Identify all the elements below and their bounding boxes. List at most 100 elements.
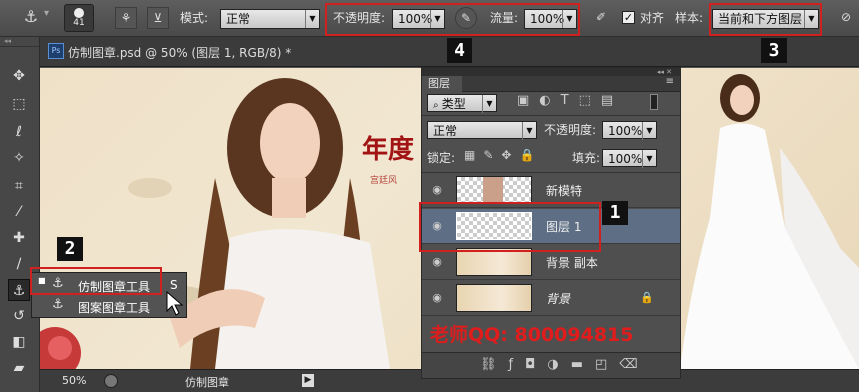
fill-label: 填充:: [572, 151, 601, 165]
flyout-label: 图案图章工具: [78, 301, 151, 315]
layer-name: 背景: [546, 292, 571, 306]
align-checkbox[interactable]: ✓: [622, 11, 635, 24]
ignore-adjustment-icon[interactable]: ⊘: [835, 7, 857, 29]
tools-panel: ◂◂ ✥ ⬚ ℓ ✧ ⌗ ⁄ ✚ ∕ ⚓ ↺ ◧ ▰: [0, 37, 40, 392]
filter-toggle[interactable]: [650, 94, 658, 110]
eye-icon[interactable]: ◉: [430, 292, 444, 304]
mode-label: 模式:: [180, 11, 209, 25]
layer-thumbnail: [456, 248, 532, 276]
step-badge-1: 1: [602, 201, 628, 225]
blend-mode-dropdown[interactable]: 正常 ▼: [427, 121, 537, 140]
layer-opacity-input[interactable]: 100% ▼: [602, 121, 657, 140]
healing-brush-icon[interactable]: ✚: [8, 227, 30, 249]
sample-label: 样本:: [675, 11, 704, 25]
layer-thumbnail: [456, 284, 532, 312]
flyout-item-pattern-stamp[interactable]: ⚓ 图案图章工具: [36, 297, 186, 315]
document-title[interactable]: 仿制图章.psd @ 50% (图层 1, RGB/8) *: [68, 44, 291, 61]
layer-action-icons[interactable]: ⛓ƒ◘◑▬◰⌫: [480, 357, 650, 372]
panel-collapse-icon[interactable]: ◂◂ ✕: [422, 68, 680, 76]
leaf-decoration: [128, 178, 172, 198]
chevron-down-icon: ▼: [642, 150, 656, 168]
layer-filter-dropdown[interactable]: ⌕ 类型 ▼: [427, 94, 497, 113]
highlight-box-1: [419, 202, 601, 252]
panel-tab-bar: 图层 ≡: [422, 76, 680, 92]
chevron-down-icon: ▼: [305, 10, 319, 28]
chevron-down-icon: ▼: [804, 10, 818, 28]
clone-source-icon[interactable]: ⊻: [147, 7, 169, 29]
chevron-down-icon[interactable]: ▾: [44, 8, 49, 19]
chevron-down-icon: ▼: [482, 95, 496, 113]
history-brush-icon[interactable]: ↺: [8, 305, 30, 327]
layer-name: 背景 副本: [546, 256, 598, 270]
model-neck: [272, 178, 306, 218]
flow-label: 流量:: [490, 11, 519, 25]
status-info-icon[interactable]: [104, 374, 118, 388]
sample-dropdown[interactable]: 当前和下方图层 ▼: [712, 9, 819, 29]
flyout-item-clone-stamp[interactable]: ■ ⚓ 仿制图章工具 S: [36, 276, 186, 294]
layer-name: 新模特: [546, 184, 583, 198]
crop-tool-icon[interactable]: ⌗: [8, 175, 30, 197]
headline-text: 年度: [362, 134, 414, 164]
sample-value: 当前和下方图层: [718, 12, 803, 26]
magic-wand-icon[interactable]: ✧: [8, 147, 30, 169]
filter-icons[interactable]: ▣◐T⬚▤: [517, 93, 623, 108]
chevron-down-icon: ▼: [430, 10, 444, 28]
flow-input[interactable]: 100% ▼: [524, 9, 577, 29]
eyedropper-tool-icon[interactable]: ⁄: [8, 201, 30, 223]
flow-value: 100%: [530, 12, 565, 26]
opacity-input[interactable]: 100% ▼: [392, 9, 445, 29]
pressure-opacity-icon[interactable]: ✎: [455, 7, 477, 29]
collapse-icon[interactable]: ◂◂: [0, 37, 39, 47]
lock-label: 锁定:: [427, 151, 456, 165]
clone-stamp-tool-icon[interactable]: ⚓: [8, 279, 30, 301]
status-menu-arrow-icon[interactable]: ▶: [302, 374, 314, 387]
brush-preset-picker[interactable]: 41: [64, 4, 94, 32]
pattern-stamp-icon: ⚓: [52, 297, 64, 312]
blend-mode-value: 正常: [433, 124, 458, 138]
clone-stamp-icon[interactable]: ⚓: [20, 7, 42, 29]
clone-stamp-icon: ⚓: [52, 276, 64, 291]
lock-icons[interactable]: ▦✎✥🔒: [464, 148, 542, 162]
tab-layers[interactable]: 图层: [422, 76, 462, 92]
panel-menu-icon[interactable]: ≡: [666, 76, 674, 87]
marquee-tool-icon[interactable]: ⬚: [8, 93, 30, 115]
brush-tip-icon: [74, 8, 84, 18]
brush-size-label: 41: [73, 18, 85, 28]
step-badge-2: 2: [57, 237, 83, 261]
layers-panel: ◂◂ ✕ 图层 ≡ ⌕ 类型 ▼ ▣◐T⬚▤ 正常 ▼ 不透明度: 100% ▼…: [419, 67, 681, 379]
options-bar: ⚓ ▾ 41 ⚘ ⊻ 模式: 正常 ▼ 不透明度: 100% ▼ ✎ 流量: 1…: [0, 0, 859, 37]
rose-decoration: [48, 336, 72, 360]
gradient-tool-icon[interactable]: ▰: [8, 357, 30, 379]
fill-value: 100%: [608, 152, 643, 166]
layer-thumbnail: [456, 176, 532, 204]
mode-value: 正常: [226, 12, 251, 26]
mouse-cursor-icon: [166, 291, 184, 316]
filter-value: 类型: [441, 97, 466, 111]
lasso-tool-icon[interactable]: ℓ: [8, 121, 30, 143]
flyout-shortcut: S: [170, 278, 178, 292]
status-doc-info: 仿制图章: [185, 376, 229, 389]
lock-icon: 🔒: [640, 291, 654, 304]
eraser-tool-icon[interactable]: ◧: [8, 331, 30, 353]
opacity-value: 100%: [398, 12, 433, 26]
brush-panel-icon[interactable]: ⚘: [115, 7, 137, 29]
active-bullet-icon: ■: [38, 276, 46, 285]
step-badge-4: 4: [447, 38, 472, 63]
airbrush-icon[interactable]: ✐: [590, 7, 612, 29]
fill-input[interactable]: 100% ▼: [602, 149, 657, 168]
step-badge-3: 3: [761, 38, 787, 63]
panel-footer: ⛓ƒ◘◑▬◰⌫: [422, 352, 680, 378]
subtext: 宫廷风: [370, 174, 397, 186]
zoom-level[interactable]: 50%: [62, 374, 86, 387]
move-tool-icon[interactable]: ✥: [8, 65, 30, 87]
layer-row-background[interactable]: ◉ 背景 🔒: [422, 281, 680, 316]
photoshop-file-icon: Ps: [48, 43, 64, 59]
watermark-text: 老师QQ: 800094815: [430, 324, 634, 346]
chevron-down-icon: ▼: [642, 122, 656, 140]
brush-tool-icon[interactable]: ∕: [8, 253, 30, 275]
eye-icon[interactable]: ◉: [430, 256, 444, 268]
bride-face: [730, 85, 754, 115]
eye-icon[interactable]: ◉: [430, 184, 444, 196]
layer-opacity-label: 不透明度:: [544, 123, 597, 137]
mode-dropdown[interactable]: 正常 ▼: [220, 9, 320, 29]
